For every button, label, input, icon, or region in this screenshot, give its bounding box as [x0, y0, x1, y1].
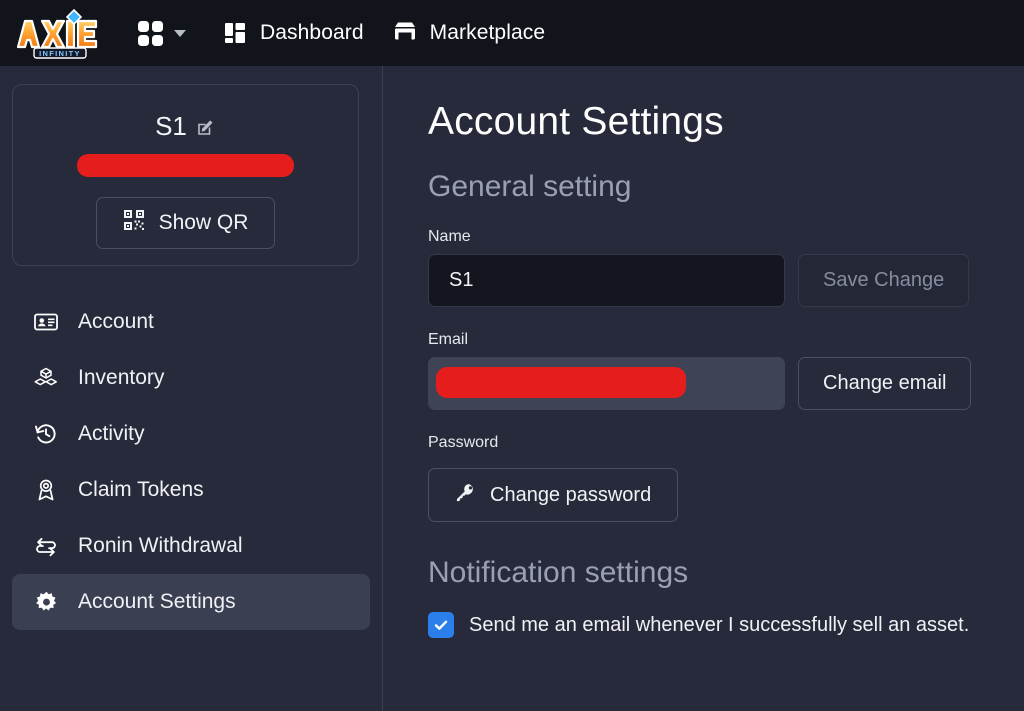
sidebar-item-account[interactable]: Account [12, 294, 370, 350]
email-input-wrapper [428, 357, 785, 410]
sidebar-item-label: Ronin Withdrawal [78, 534, 243, 557]
name-field-label: Name [428, 228, 471, 245]
general-setting-heading: General setting [428, 170, 632, 203]
profile-name-row: S1 [155, 111, 216, 142]
edit-pencil-icon[interactable] [196, 117, 216, 137]
sidebar-item-activity[interactable]: Activity [12, 406, 370, 462]
notification-option-row[interactable]: Send me an email whenever I successfully… [428, 612, 980, 638]
sidebar-item-inventory[interactable]: Inventory [12, 350, 370, 406]
chevron-down-icon [174, 29, 186, 37]
sidebar-nav: Account Inventory Activity Claim Tokens … [12, 294, 370, 630]
boxes-icon [34, 366, 58, 390]
gear-icon [34, 590, 58, 614]
id-card-icon [34, 310, 58, 334]
nav-item-label: Marketplace [429, 21, 546, 44]
sidebar-item-label: Account [78, 310, 154, 333]
change-password-label: Change password [490, 483, 652, 506]
nav-item-marketplace[interactable]: Marketplace [378, 12, 559, 54]
svg-text:INFINITY: INFINITY [39, 49, 81, 58]
sidebar-item-label: Activity [78, 422, 145, 445]
top-navigation-bar: INFINITY Dashboard Marketplace [0, 0, 1024, 66]
change-password-button[interactable]: Change password [428, 468, 679, 522]
show-qr-label: Show QR [158, 211, 249, 234]
axie-infinity-logo[interactable]: INFINITY [8, 7, 112, 59]
sidebar-item-ronin-withdrawal[interactable]: Ronin Withdrawal [12, 518, 370, 574]
page-title: Account Settings [428, 100, 724, 143]
email-field-label: Email [428, 331, 469, 348]
apps-grid-icon [138, 20, 163, 46]
nav-item-dashboard[interactable]: Dashboard [208, 12, 378, 54]
sell-asset-email-checkbox[interactable] [428, 612, 454, 638]
sidebar-item-account-settings[interactable]: Account Settings [12, 574, 370, 630]
notification-settings-heading: Notification settings [428, 556, 689, 589]
password-field-label: Password [428, 434, 499, 451]
email-field-row: Change email [428, 357, 980, 410]
main-content: Account Settings General setting Name Sa… [384, 66, 1024, 711]
sidebar: S1 Show QR Account Inventory Activity Cl… [0, 66, 383, 711]
storefront-icon [392, 20, 418, 46]
show-qr-button[interactable]: Show QR [95, 197, 276, 249]
name-input[interactable] [428, 254, 785, 307]
redacted-address [77, 154, 294, 177]
key-icon [455, 482, 476, 509]
dashboard-layout-icon [222, 20, 248, 46]
sidebar-item-claim-tokens[interactable]: Claim Tokens [12, 462, 370, 518]
nav-item-label: Dashboard [260, 21, 364, 44]
sidebar-item-label: Account Settings [78, 590, 236, 613]
history-clock-icon [34, 422, 58, 446]
sell-asset-email-label: Send me an email whenever I successfully… [469, 613, 970, 636]
name-field-row: Save Change [428, 254, 980, 307]
profile-card: S1 Show QR [12, 84, 359, 266]
sidebar-item-label: Claim Tokens [78, 478, 204, 501]
redacted-email [436, 367, 686, 398]
exchange-arrows-icon [34, 534, 58, 558]
app-root: INFINITY Dashboard Marketplace S1 Show Q… [0, 0, 1024, 711]
sidebar-item-label: Inventory [78, 366, 165, 389]
qr-code-icon [123, 209, 145, 237]
award-ribbon-icon [34, 478, 58, 502]
apps-menu-button[interactable] [130, 15, 194, 52]
profile-name: S1 [155, 111, 187, 141]
change-email-button[interactable]: Change email [798, 357, 972, 410]
save-change-button[interactable]: Save Change [798, 254, 970, 307]
